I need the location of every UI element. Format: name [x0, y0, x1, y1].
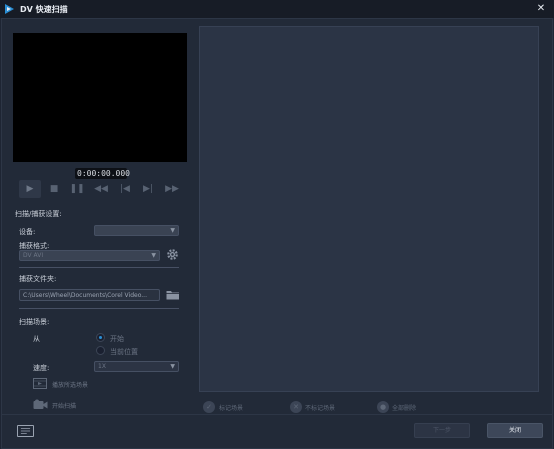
delete-all-label[interactable]: 全部删除	[392, 403, 416, 412]
chevron-down-icon: ▼	[170, 227, 175, 234]
start-scan-label[interactable]: 开始扫描	[52, 401, 76, 410]
gear-icon[interactable]	[166, 248, 179, 261]
unmark-scene-label[interactable]: 不标记场景	[305, 403, 335, 412]
radio-start[interactable]	[96, 333, 105, 342]
mark-scene-label[interactable]: 标记场景	[219, 403, 243, 412]
close-button[interactable]: 关闭	[487, 423, 543, 438]
speed-value: 1X	[98, 363, 106, 370]
pause-icon[interactable]: ❚❚	[66, 180, 88, 198]
speed-select[interactable]: 1X ▼	[94, 361, 179, 372]
from-label: 从	[33, 335, 40, 343]
option-start-label: 开始	[110, 335, 124, 343]
start-scan-icon[interactable]	[33, 399, 48, 410]
scan-scene-title: 扫描场景:	[19, 318, 50, 326]
app-logo-icon	[5, 4, 14, 14]
previous-icon[interactable]: |◀	[114, 180, 136, 198]
format-select[interactable]: DV AVI ▼	[19, 250, 160, 261]
next-icon[interactable]: ▶|	[137, 180, 159, 198]
divider	[19, 308, 179, 309]
video-preview	[13, 33, 187, 162]
radio-current[interactable]	[96, 346, 105, 355]
speed-label: 速度:	[33, 364, 50, 372]
check-icon[interactable]: ✓	[203, 401, 215, 413]
play-selected-label[interactable]: 播放所选场景	[52, 380, 88, 389]
scene-list-panel[interactable]	[199, 26, 539, 392]
chevron-down-icon: ▼	[170, 363, 175, 370]
title-bar	[0, 0, 554, 18]
window-title: DV 快速扫描	[20, 5, 68, 14]
device-label: 设备:	[19, 228, 36, 236]
format-value: DV AVI	[23, 252, 44, 259]
delete-all-icon[interactable]: ●	[377, 401, 389, 413]
chevron-down-icon: ▼	[151, 252, 156, 259]
cross-icon[interactable]: ✕	[290, 401, 302, 413]
timecode-text: 0:00:00.000	[77, 169, 130, 178]
transport-controls: ▶ ■ ❚❚ ◀◀ |◀ ▶| ▶▶	[13, 180, 187, 198]
settings-section-title: 扫描/捕获设置:	[15, 210, 62, 218]
divider	[19, 267, 179, 268]
rewind-icon[interactable]: ◀◀	[90, 180, 112, 198]
fast-forward-icon[interactable]: ▶▶	[161, 180, 183, 198]
radio-selected-dot	[99, 336, 102, 339]
folder-icon[interactable]	[166, 289, 180, 300]
play-icon[interactable]: ▶	[19, 180, 41, 198]
next-button[interactable]: 下一步	[414, 423, 470, 438]
close-icon[interactable]: ✕	[534, 2, 548, 16]
device-select[interactable]: ▼	[94, 225, 179, 236]
stop-icon[interactable]: ■	[43, 180, 65, 198]
play-scene-icon[interactable]	[33, 378, 47, 389]
folder-path-field[interactable]: C:\Users\Wheel\Documents\Corel Video...	[19, 289, 160, 301]
option-current-label: 当前位置	[110, 348, 138, 356]
keyboard-icon[interactable]	[17, 425, 34, 437]
folder-label: 捕获文件夹:	[19, 275, 57, 283]
folder-path-value: C:\Users\Wheel\Documents\Corel Video...	[23, 292, 147, 299]
footer-divider	[1, 414, 553, 415]
